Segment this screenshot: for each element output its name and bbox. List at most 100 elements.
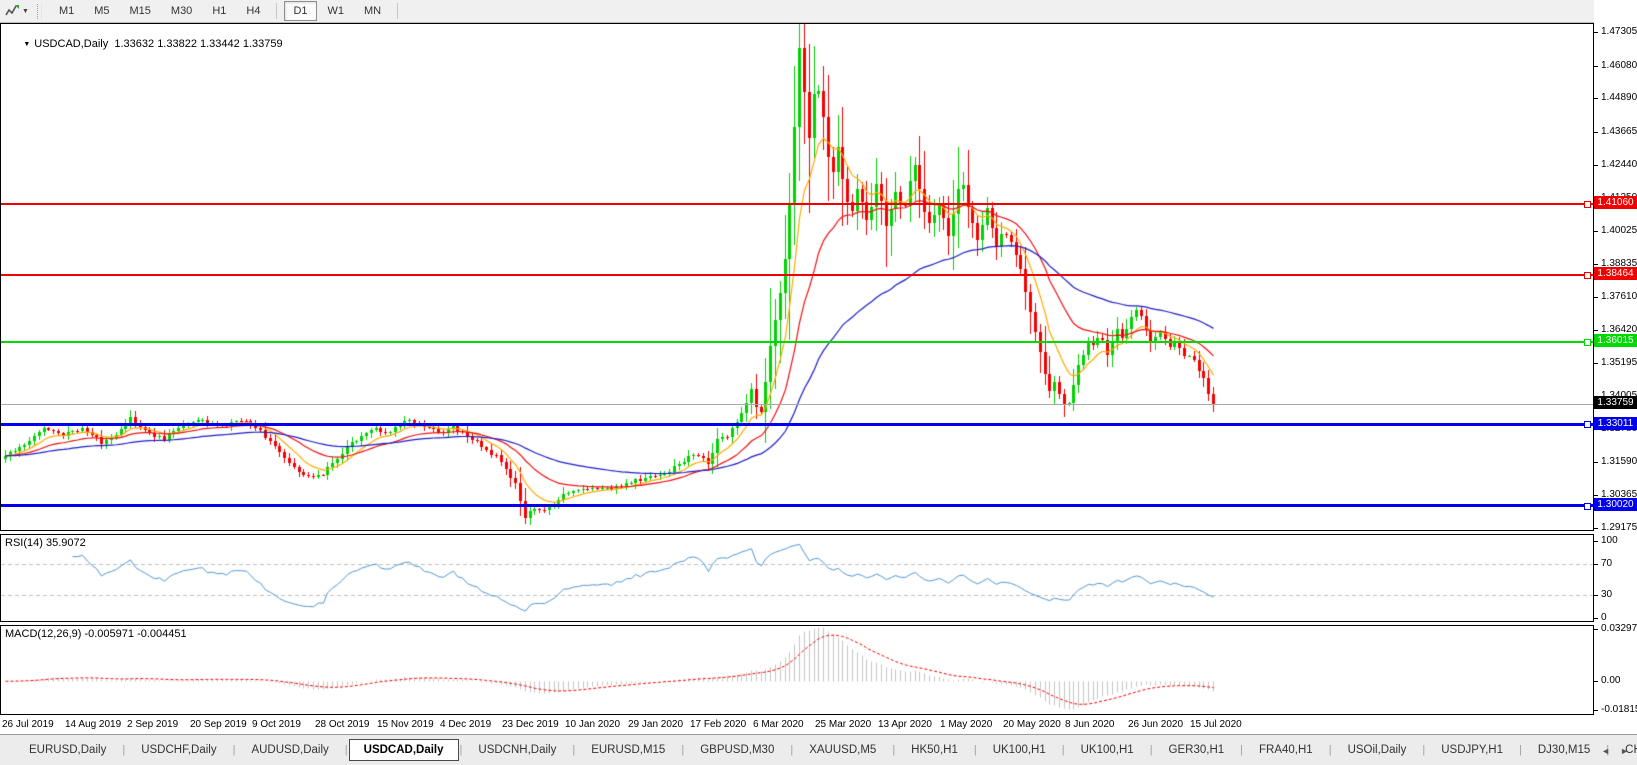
- resistance-line-1-handle[interactable]: [1584, 201, 1591, 208]
- macd-axis-label: -0.018154: [1601, 704, 1637, 715]
- date-tick-label: 14 Aug 2019: [65, 719, 122, 730]
- rsi-level-label: 30: [1601, 589, 1613, 600]
- tab-separator: |: [892, 744, 896, 756]
- support-line-1-handle[interactable]: [1584, 421, 1591, 428]
- chart-tab-usdcad-daily[interactable]: USDCAD,Daily: [348, 739, 459, 761]
- chart-tab-usdjpy-h1[interactable]: USDJPY,H1: [1426, 740, 1518, 760]
- timeframe-button-h1[interactable]: H1: [203, 1, 235, 21]
- price-tick-label: 1.43665: [1601, 126, 1637, 137]
- tab-separator: |: [459, 744, 463, 756]
- resistance-line-1-price-label: 1.41060: [1594, 196, 1637, 209]
- bid-price-line: [1, 404, 1593, 405]
- macd-axis-label: 0.00: [1601, 675, 1621, 686]
- axis-tick: [1594, 629, 1598, 630]
- date-tick-label: 20 Sep 2019: [190, 719, 247, 730]
- toolbar-separator: [397, 3, 399, 19]
- price-tick-label: 1.29175: [1601, 522, 1637, 533]
- support-line-1-price-label: 1.33011: [1594, 417, 1637, 430]
- axis-tick: [1594, 462, 1598, 463]
- chart-tab-uk100-h1[interactable]: UK100,H1: [978, 740, 1061, 760]
- axis-tick: [1594, 495, 1598, 496]
- chart-tab-gbpusd-m30[interactable]: GBPUSD,M30: [685, 740, 789, 760]
- macd-axis-label: 0.032972: [1601, 623, 1637, 634]
- axis-tick: [1594, 231, 1598, 232]
- price-scale: 1.473051.460801.448901.436651.424401.412…: [1594, 0, 1637, 734]
- axis-tick: [1594, 330, 1598, 331]
- chart-tab-fra40-h1[interactable]: FRA40,H1: [1244, 740, 1328, 760]
- tabs-scroll-right-icon[interactable]: ►: [1620, 746, 1629, 756]
- date-tick-label: 10 Jan 2020: [565, 719, 621, 730]
- tab-separator: |: [1149, 744, 1153, 756]
- resistance-line-2-handle[interactable]: [1584, 272, 1591, 279]
- chart-tab-eurusd-daily[interactable]: EURUSD,Daily: [14, 740, 121, 760]
- date-tick-label: 17 Feb 2020: [690, 719, 747, 730]
- support-line-2-handle[interactable]: [1584, 503, 1591, 510]
- date-tick-label: 4 Dec 2019: [440, 719, 492, 730]
- timeframe-toolbar: ▼ M1 M5 M15 M30 H1 H4 D1 W1 MN: [0, 0, 1637, 23]
- timeframe-button-m30[interactable]: M30: [162, 1, 201, 21]
- rsi-level-label: 0: [1601, 612, 1607, 623]
- date-tick-label: 26 Jun 2020: [1128, 719, 1184, 730]
- pivot-line-green-handle[interactable]: [1584, 339, 1591, 346]
- price-chart-canvas[interactable]: [1, 24, 1593, 530]
- support-line-2-price-label: 1.30020: [1594, 498, 1637, 511]
- tabs-scroll-left-icon[interactable]: ◄: [1601, 746, 1610, 756]
- timeframe-button-m15[interactable]: M15: [121, 1, 160, 21]
- tab-separator: |: [344, 744, 348, 756]
- resistance-line-2[interactable]: [1, 274, 1593, 276]
- bid-price-label: 1.33759: [1594, 396, 1637, 409]
- chart-tab-usdchf-daily[interactable]: USDCHF,Daily: [126, 740, 231, 760]
- timeframe-button-m1[interactable]: M1: [50, 1, 83, 21]
- chart-tab-usdcnh-daily[interactable]: USDCNH,Daily: [463, 740, 571, 760]
- tab-separator: |: [232, 744, 236, 756]
- price-tick-label: 1.47305: [1601, 26, 1637, 37]
- chart-tab-ger30-h1[interactable]: GER30,H1: [1154, 740, 1240, 760]
- toolbar-grip-handle[interactable]: [36, 3, 42, 19]
- timeframe-button-w1[interactable]: W1: [319, 1, 354, 21]
- chart-title: ▼ USDCAD,Daily 1.33632 1.33822 1.33442 1.…: [5, 26, 282, 62]
- price-chart-window: ▼ USDCAD,Daily 1.33632 1.33822 1.33442 1.…: [0, 23, 1594, 531]
- chart-tab-xauusd-m5[interactable]: XAUUSD,M5: [794, 740, 891, 760]
- support-line-2[interactable]: [1, 504, 1593, 507]
- macd-canvas[interactable]: [1, 626, 1593, 714]
- support-line-1[interactable]: [1, 423, 1593, 426]
- date-tick-label: 28 Oct 2019: [315, 719, 370, 730]
- tab-separator: |: [1328, 744, 1332, 756]
- tab-separator: |: [572, 744, 576, 756]
- toolbar-separator: [276, 3, 278, 19]
- pivot-line-green[interactable]: [1, 341, 1593, 343]
- price-tick-label: 1.46080: [1601, 60, 1637, 71]
- tab-separator: |: [1240, 744, 1244, 756]
- chart-tab-eurusd-m15[interactable]: EURUSD,M15: [576, 740, 680, 760]
- price-tick-label: 1.44890: [1601, 92, 1637, 103]
- chart-tab-dj30-m15[interactable]: DJ30,M15: [1523, 740, 1605, 760]
- chart-tab-hk50-h1[interactable]: HK50,H1: [896, 740, 973, 760]
- chart-tab-uk100-h1[interactable]: UK100,H1: [1066, 740, 1149, 760]
- resistance-line-1[interactable]: [1, 203, 1593, 205]
- axis-tick: [1594, 528, 1598, 529]
- timeframe-button-d1[interactable]: D1: [284, 1, 317, 21]
- triangle-down-icon[interactable]: ▼: [23, 41, 30, 48]
- chevron-down-icon[interactable]: ▼: [22, 8, 29, 15]
- rsi-canvas[interactable]: [1, 535, 1593, 621]
- axis-tick: [1594, 541, 1598, 542]
- axis-tick: [1594, 32, 1598, 33]
- mt4-terminal: ▼ M1 M5 M15 M30 H1 H4 D1 W1 MN ▼ USDCAD,Daily 1.3…: [0, 0, 1637, 765]
- timeframe-button-mn[interactable]: MN: [355, 1, 390, 21]
- tab-separator: |: [790, 744, 794, 756]
- pivot-line-green-price-label: 1.36015: [1594, 334, 1637, 347]
- indicators-icon[interactable]: [3, 3, 21, 19]
- axis-tick: [1594, 66, 1598, 67]
- date-tick-label: 23 Dec 2019: [502, 719, 559, 730]
- timeframe-button-h4[interactable]: H4: [237, 1, 269, 21]
- price-tick-label: 1.40025: [1601, 225, 1637, 236]
- chart-tab-usoil-daily[interactable]: USOil,Daily: [1333, 740, 1422, 760]
- price-tick-label: 1.35195: [1601, 357, 1637, 368]
- macd-title: MACD(12,26,9) -0.005971 -0.004451: [5, 628, 187, 640]
- timeframe-button-m5[interactable]: M5: [85, 1, 118, 21]
- date-tick-label: 9 Oct 2019: [252, 719, 301, 730]
- date-tick-label: 25 Mar 2020: [815, 719, 872, 730]
- date-tick-label: 13 Apr 2020: [878, 719, 932, 730]
- chart-tab-audusd-daily[interactable]: AUDUSD,Daily: [236, 740, 343, 760]
- axis-tick: [1594, 297, 1598, 298]
